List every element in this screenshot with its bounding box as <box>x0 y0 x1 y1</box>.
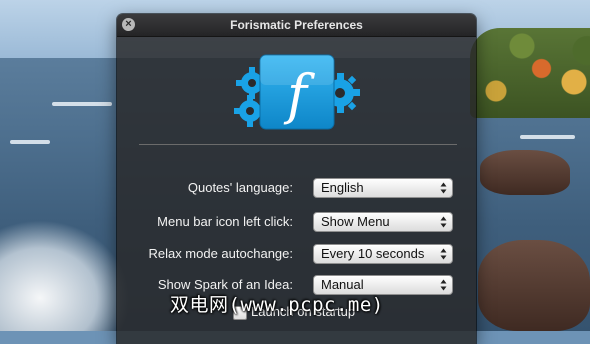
updown-arrows-icon <box>440 216 447 228</box>
watermark-text: 双电网(www.pcpc.me) <box>170 294 384 316</box>
close-icon: × <box>125 18 132 30</box>
menu-bar-click-select[interactable]: Show Menu <box>313 212 453 232</box>
window-title: Forismatic Preferences <box>230 18 363 32</box>
updown-arrows-icon <box>440 248 447 260</box>
forismatic-logo-icon: f <box>234 54 360 130</box>
pref-row-quotes-language: Quotes' language: English <box>117 178 476 198</box>
close-button[interactable]: × <box>122 18 135 31</box>
separator <box>139 144 457 145</box>
menu-bar-click-label: Menu bar icon left click: <box>157 214 293 229</box>
quotes-language-label: Quotes' language: <box>187 180 293 195</box>
relax-mode-value: Every 10 seconds <box>321 246 425 261</box>
updown-arrows-icon <box>440 182 447 194</box>
quotes-language-value: English <box>321 180 364 195</box>
forest-shore <box>470 28 590 118</box>
relax-mode-label: Relax mode autochange: <box>148 246 293 261</box>
wave-splash <box>0 220 130 331</box>
wave-crest <box>520 135 575 139</box>
pref-row-relax-mode: Relax mode autochange: Every 10 seconds <box>117 244 476 264</box>
quotes-language-select[interactable]: English <box>313 178 453 198</box>
menu-bar-click-value: Show Menu <box>321 214 390 229</box>
wave-crest <box>10 140 50 144</box>
updown-arrows-icon <box>440 279 447 291</box>
relax-mode-select[interactable]: Every 10 seconds <box>313 244 453 264</box>
title-bar[interactable]: × Forismatic Preferences <box>117 14 476 37</box>
rock <box>480 150 570 195</box>
rock <box>478 240 590 331</box>
pref-row-menu-bar-click: Menu bar icon left click: Show Menu <box>117 212 476 232</box>
wave-crest <box>52 102 112 106</box>
logo-area: f <box>117 37 476 131</box>
